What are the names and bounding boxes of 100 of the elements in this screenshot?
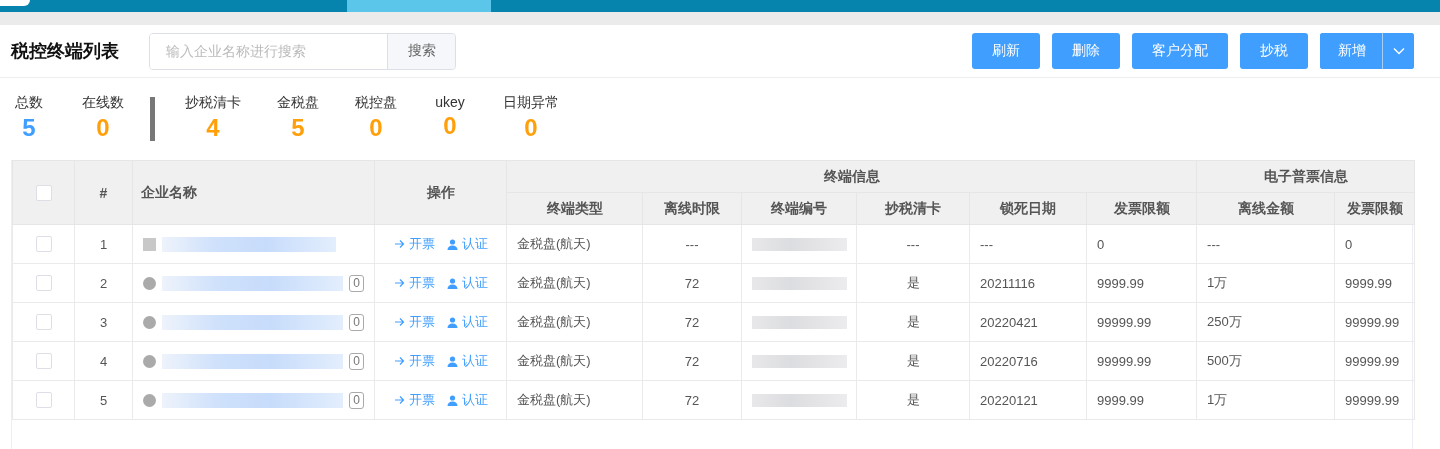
table-cell: 99999.99 <box>1334 341 1415 381</box>
table-cell: 金税盘(航天) <box>506 224 643 264</box>
column-header: 抄税清卡 <box>856 192 970 225</box>
nav-tab[interactable] <box>0 0 30 12</box>
table-cell: 500万 <box>1196 341 1335 381</box>
stat-label: 日期异常 <box>503 94 559 112</box>
group-header: 终端信息 <box>506 160 1197 193</box>
table-cell: 金税盘(航天) <box>506 302 643 342</box>
table-cell: 1万 <box>1196 380 1335 420</box>
table-cell: --- <box>642 224 742 264</box>
action-link[interactable]: 开票 <box>393 352 435 370</box>
table-cell: 5 <box>74 380 133 420</box>
table-cell: 金税盘(航天) <box>506 380 643 420</box>
action-button[interactable]: 刷新 <box>972 33 1040 69</box>
table-cell: --- <box>969 224 1087 264</box>
search-field[interactable]: 输入企业名称进行搜索 搜索 <box>149 32 456 70</box>
row-checkbox[interactable] <box>35 275 52 292</box>
table-cell: 是 <box>856 302 970 342</box>
arrow-right-icon <box>393 395 405 405</box>
table-cell: 9999.99 <box>1334 263 1415 303</box>
row-checkbox[interactable] <box>35 236 52 253</box>
table-cell: 1万 <box>1196 263 1335 303</box>
action-button[interactable]: 抄税 <box>1240 33 1308 69</box>
stat-value: 4 <box>206 114 220 142</box>
table-cell: 72 <box>642 380 742 420</box>
table-cell: 99999.99 <box>1086 341 1197 381</box>
action-link[interactable]: 开票 <box>393 391 435 409</box>
stat-label: 在线数 <box>82 94 124 112</box>
stat-label: 金税盘 <box>277 94 319 112</box>
stat-value: 0 <box>524 114 538 142</box>
stat-separator <box>150 97 155 141</box>
column-header: # <box>74 160 133 225</box>
arrow-right-icon <box>393 278 405 288</box>
column-header: 企业名称 <box>132 160 375 225</box>
action-button[interactable]: 删除 <box>1052 33 1120 69</box>
action-button[interactable]: 客户分配 <box>1132 33 1228 69</box>
stat-label: 抄税清卡 <box>185 94 241 112</box>
count-badge: 0 <box>349 352 364 370</box>
action-link[interactable]: 认证 <box>446 274 488 292</box>
person-icon <box>446 277 458 289</box>
count-badge: 0 <box>349 274 364 292</box>
table-cell: 20220421 <box>969 302 1087 342</box>
table-cell: 99999.99 <box>1086 302 1197 342</box>
arrow-right-icon <box>393 317 405 327</box>
search-button[interactable]: 搜索 <box>387 33 455 69</box>
column-header: 发票限额 <box>1086 192 1197 225</box>
logo-tab <box>0 0 30 6</box>
table-cell: 0 <box>1334 224 1415 264</box>
stat-value: 0 <box>369 114 383 142</box>
dropdown-button[interactable] <box>1382 33 1414 69</box>
table-cell: 9999.99 <box>1086 263 1197 303</box>
action-link[interactable]: 认证 <box>446 391 488 409</box>
status-dot <box>143 276 156 290</box>
table-cell: 是 <box>856 263 970 303</box>
status-dot <box>143 315 156 329</box>
column-header: 离线金额 <box>1196 192 1335 225</box>
stat-label: ukey <box>435 94 465 110</box>
row-checkbox[interactable] <box>35 314 52 331</box>
table-cell: 99999.99 <box>1334 380 1415 420</box>
column-header: 操作 <box>374 160 507 225</box>
table-cell: 20211116 <box>969 263 1087 303</box>
column-header: 终端编号 <box>741 192 857 225</box>
action-link[interactable]: 认证 <box>446 352 488 370</box>
table-cell: 1 <box>74 224 133 264</box>
action-link[interactable]: 认证 <box>446 313 488 331</box>
table-cell: 2 <box>74 263 133 303</box>
action-link[interactable]: 开票 <box>393 274 435 292</box>
count-badge: 0 <box>349 313 364 331</box>
table-cell: 250万 <box>1196 302 1335 342</box>
stat-value: 0 <box>443 112 457 140</box>
row-checkbox[interactable] <box>35 392 52 409</box>
action-link[interactable]: 开票 <box>393 235 435 253</box>
count-badge: 0 <box>349 391 364 409</box>
stat-value: 5 <box>291 114 305 142</box>
column-header: 锁死日期 <box>969 192 1087 225</box>
stat-label: 税控盘 <box>355 94 397 112</box>
table-cell: 3 <box>74 302 133 342</box>
column-header: 发票限额 <box>1334 192 1415 225</box>
table-cell: 金税盘(航天) <box>506 263 643 303</box>
table-cell: 9999.99 <box>1086 380 1197 420</box>
group-header: 电子普票信息 <box>1196 160 1415 193</box>
table-cell: 是 <box>856 380 970 420</box>
arrow-right-icon <box>393 356 405 366</box>
status-dot <box>143 354 156 368</box>
table-cell: 0 <box>1086 224 1197 264</box>
table-cell: 金税盘(航天) <box>506 341 643 381</box>
stat-value: 0 <box>96 114 110 142</box>
action-link[interactable]: 认证 <box>446 235 488 253</box>
table-cell: 是 <box>856 341 970 381</box>
select-all-checkbox[interactable] <box>35 185 52 202</box>
column-header: 离线时限 <box>642 192 742 225</box>
arrow-right-icon <box>393 239 405 249</box>
row-checkbox[interactable] <box>35 353 52 370</box>
person-icon <box>446 394 458 406</box>
status-square <box>143 237 156 251</box>
action-link[interactable]: 开票 <box>393 313 435 331</box>
table-cell: --- <box>1196 224 1335 264</box>
stat-value: 5 <box>22 114 36 142</box>
table-cell: 72 <box>642 263 742 303</box>
status-dot <box>143 393 156 407</box>
